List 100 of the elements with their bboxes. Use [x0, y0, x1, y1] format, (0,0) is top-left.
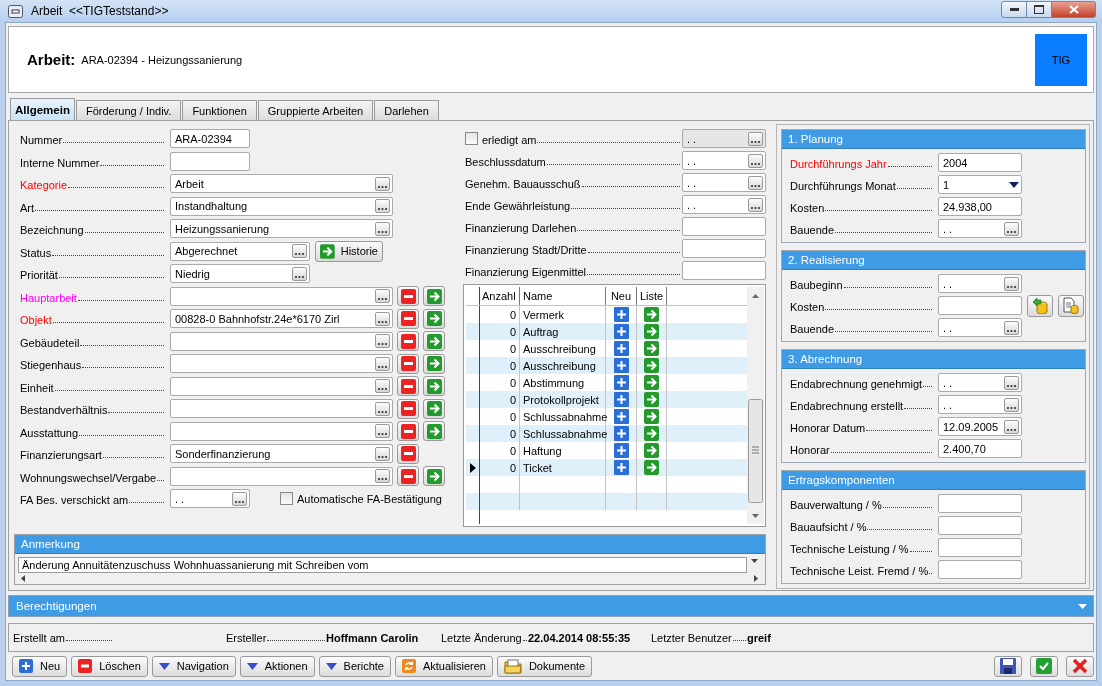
- browse-button[interactable]: [1004, 320, 1019, 335]
- toolbar-button[interactable]: Dokumente: [496, 655, 593, 677]
- browse-button[interactable]: [375, 199, 390, 213]
- text-field[interactable]: [938, 516, 1022, 535]
- toolbar-button[interactable]: Aktualisieren: [394, 655, 493, 677]
- text-field[interactable]: [682, 239, 766, 258]
- add-button[interactable]: [613, 460, 629, 475]
- tab[interactable]: Funktionen: [182, 100, 257, 120]
- open-button[interactable]: [644, 409, 659, 424]
- browse-button[interactable]: [748, 197, 763, 212]
- remove-button[interactable]: [397, 331, 419, 351]
- lookup-field[interactable]: Heizungssanierung: [170, 219, 393, 238]
- toolbar-button[interactable]: Löschen: [71, 655, 148, 677]
- browse-button[interactable]: [748, 175, 763, 190]
- checkbox[interactable]: [280, 492, 293, 505]
- confirm-button[interactable]: [1030, 655, 1058, 677]
- text-field[interactable]: [938, 494, 1022, 513]
- browse-button[interactable]: [375, 401, 390, 416]
- column-header[interactable]: Liste: [637, 287, 667, 305]
- close-button[interactable]: [1052, 1, 1096, 18]
- browse-button[interactable]: [375, 469, 390, 483]
- text-field[interactable]: [938, 560, 1022, 579]
- browse-button[interactable]: [375, 221, 390, 236]
- browse-button[interactable]: [1004, 221, 1019, 236]
- browse-button[interactable]: [292, 266, 307, 281]
- open-button[interactable]: [644, 358, 659, 373]
- add-button[interactable]: [613, 341, 629, 356]
- date-field[interactable]: 12.09.2005: [938, 417, 1022, 436]
- lookup-field[interactable]: 00828-0 Bahnhofstr.24e*6170 Zirl: [170, 309, 393, 328]
- lookup-field[interactable]: [170, 421, 393, 441]
- date-field[interactable]: . .: [938, 274, 1022, 293]
- cancel-button[interactable]: [1066, 655, 1094, 677]
- open-button[interactable]: [644, 375, 659, 390]
- remove-button[interactable]: [397, 376, 419, 396]
- lookup-field[interactable]: [170, 354, 393, 373]
- toolbar-button[interactable]: Navigation: [151, 655, 236, 677]
- text-field[interactable]: [682, 261, 766, 280]
- add-button[interactable]: [613, 426, 629, 441]
- lookup-field[interactable]: Abgerechnet: [170, 241, 310, 261]
- history-button[interactable]: Historie: [315, 240, 383, 262]
- browse-button[interactable]: [375, 356, 390, 371]
- remove-button[interactable]: [397, 353, 419, 374]
- remove-button[interactable]: [397, 443, 419, 464]
- browse-button[interactable]: [375, 176, 390, 191]
- horizontal-scrollbar[interactable]: [18, 573, 761, 584]
- lookup-field[interactable]: Arbeit: [170, 174, 393, 193]
- add-button[interactable]: [613, 307, 629, 322]
- minimize-button[interactable]: [1001, 1, 1027, 18]
- expand-caret-icon[interactable]: [1078, 603, 1087, 609]
- browse-button[interactable]: [748, 153, 763, 168]
- lookup-field[interactable]: [170, 331, 393, 351]
- browse-button[interactable]: [375, 289, 390, 303]
- maximize-button[interactable]: [1027, 1, 1052, 18]
- open-button[interactable]: [423, 398, 445, 419]
- text-field[interactable]: [170, 151, 250, 171]
- remove-button[interactable]: [397, 466, 419, 486]
- browse-button[interactable]: [375, 334, 390, 348]
- tab[interactable]: Förderung / Indiv.: [75, 100, 182, 120]
- window-menu-icon[interactable]: [8, 4, 23, 18]
- lookup-field[interactable]: [170, 286, 393, 306]
- column-header[interactable]: Anzahl: [480, 287, 520, 305]
- toolbar-button[interactable]: Berichte: [318, 655, 391, 677]
- lookup-field[interactable]: Instandhaltung: [170, 196, 393, 216]
- date-field[interactable]: . .: [938, 373, 1022, 392]
- date-field[interactable]: . .: [682, 151, 766, 170]
- column-header[interactable]: Name: [520, 287, 606, 305]
- browse-button[interactable]: [1004, 276, 1019, 291]
- open-button[interactable]: [423, 286, 445, 306]
- lookup-field[interactable]: Niedrig: [170, 264, 310, 283]
- text-field[interactable]: [938, 296, 1022, 315]
- open-button[interactable]: [644, 341, 659, 356]
- add-button[interactable]: [613, 392, 629, 407]
- add-button[interactable]: [613, 358, 629, 373]
- browse-button[interactable]: [375, 379, 390, 393]
- dropdown-field[interactable]: 1: [938, 175, 1022, 194]
- date-field[interactable]: . .: [682, 195, 766, 214]
- text-field[interactable]: 2004: [938, 153, 1022, 172]
- tab[interactable]: Allgemein: [10, 98, 75, 120]
- date-field[interactable]: . .: [170, 489, 250, 508]
- toolbar-button[interactable]: Neu: [12, 655, 68, 677]
- toolbar-button[interactable]: Aktionen: [239, 655, 315, 677]
- lookup-field[interactable]: [170, 376, 393, 396]
- add-button[interactable]: [613, 324, 629, 339]
- save-button[interactable]: [994, 655, 1022, 677]
- open-button[interactable]: [423, 331, 445, 351]
- open-button[interactable]: [423, 308, 445, 329]
- text-field[interactable]: 2.400,70: [938, 439, 1022, 458]
- browse-button[interactable]: [232, 491, 247, 506]
- open-button[interactable]: [644, 460, 659, 475]
- add-button[interactable]: [613, 409, 629, 424]
- tab[interactable]: Darlehen: [374, 100, 439, 120]
- remove-button[interactable]: [397, 308, 419, 329]
- text-field[interactable]: [938, 538, 1022, 557]
- lookup-field[interactable]: Sonderfinanzierung: [170, 444, 393, 463]
- text-field[interactable]: 24.938,00: [938, 197, 1022, 216]
- open-button[interactable]: [423, 353, 445, 374]
- vertical-scrollbar[interactable]: [747, 287, 764, 524]
- text-field[interactable]: ARA-02394: [170, 129, 250, 148]
- browse-button[interactable]: [375, 311, 390, 326]
- open-button[interactable]: [644, 324, 659, 339]
